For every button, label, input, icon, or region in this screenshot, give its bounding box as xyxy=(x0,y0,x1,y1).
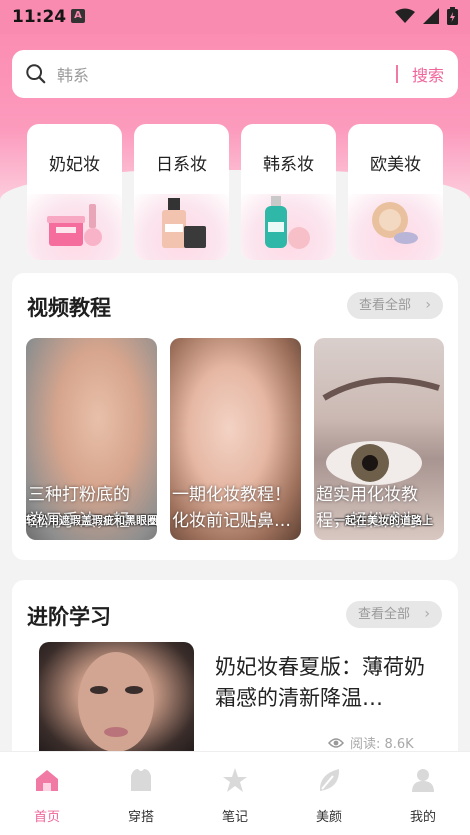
category-label: 韩系妆 xyxy=(263,155,314,175)
system-icons xyxy=(395,7,458,25)
leaf-icon xyxy=(319,769,340,791)
lesson-thumbnail[interactable] xyxy=(39,642,194,757)
video-caption-line2: 化妆前记贴鼻… xyxy=(172,511,291,531)
chevron-right-icon: › xyxy=(425,297,431,313)
foundation-bottle-icon xyxy=(134,194,229,260)
category-card-korean[interactable]: 韩系妆 xyxy=(241,124,336,260)
status-bar: 11:24 A xyxy=(0,0,470,34)
status-time: 11:24 xyxy=(12,7,67,27)
search-button[interactable]: 搜索 xyxy=(412,62,444,86)
advanced-view-all-button[interactable]: 查看全部 › xyxy=(346,601,442,628)
category-card-japanese[interactable]: 日系妆 xyxy=(134,124,229,260)
user-icon xyxy=(412,769,434,792)
chevron-right-icon: › xyxy=(424,606,430,622)
video-view-all-button[interactable]: 查看全部 › xyxy=(347,292,443,319)
eye-icon xyxy=(328,737,344,748)
search-input[interactable]: 韩系 xyxy=(57,62,396,86)
view-all-label: 查看全部 xyxy=(358,607,411,622)
tab-beauty[interactable]: 美颜 xyxy=(282,752,376,835)
view-all-label: 查看全部 xyxy=(359,298,412,313)
portrait-illustration xyxy=(78,652,154,752)
star-note-icon xyxy=(223,768,247,792)
lesson-title[interactable]: 奶妃妆春夏版：薄荷奶霜感的清新降温… xyxy=(215,652,435,714)
category-card-western[interactable]: 欧美妆 xyxy=(348,124,443,260)
search-divider xyxy=(395,65,398,83)
video-section-title: 视频教程 xyxy=(27,296,111,320)
category-label: 日系妆 xyxy=(156,155,207,175)
tab-label: 笔记 xyxy=(221,810,248,825)
advanced-section-title: 进阶学习 xyxy=(27,605,111,629)
search-bar[interactable]: 韩系 搜索 xyxy=(12,50,458,98)
tab-label: 首页 xyxy=(33,810,60,825)
tab-label: 美颜 xyxy=(315,810,342,825)
wifi-icon xyxy=(395,8,415,23)
tab-label: 穿搭 xyxy=(127,810,154,825)
home-icon xyxy=(36,770,58,791)
search-icon xyxy=(26,64,46,84)
read-count-text: 阅读: 8.6K xyxy=(350,737,414,752)
category-row: 奶妃妆 日系妆 韩系妆 欧美妆 xyxy=(27,124,447,260)
tshirt-icon xyxy=(131,769,151,791)
notification-a-icon: A xyxy=(71,9,85,23)
video-thumbnail[interactable]: 一期化妆教程！ 化妆前记贴鼻… xyxy=(170,338,301,540)
video-overlay-text: 一起在美妆的道路上 xyxy=(334,514,433,527)
video-caption-line1: 一期化妆教程！ xyxy=(172,485,291,505)
video-caption-line1: 超实用化妆教 xyxy=(316,485,418,505)
category-label: 奶妃妆 xyxy=(49,155,100,175)
bottom-tab-bar: 首页 穿搭 笔记 美颜 我的 xyxy=(0,751,470,835)
read-count: 阅读: 8.6K xyxy=(328,733,414,752)
signal-icon xyxy=(423,8,439,24)
tab-label: 我的 xyxy=(409,810,436,825)
tab-home[interactable]: 首页 xyxy=(0,752,94,835)
video-overlay-text: 轻松用遮瑕盖瑕疵和黑眼圈 xyxy=(26,514,157,527)
tab-profile[interactable]: 我的 xyxy=(376,752,470,835)
cosmetics-jar-icon xyxy=(27,194,122,260)
video-caption-line1: 三种打粉底的 xyxy=(28,485,130,505)
tab-outfit[interactable]: 穿搭 xyxy=(94,752,188,835)
powder-compact-icon xyxy=(348,194,443,260)
lotion-bottle-icon xyxy=(241,194,336,260)
tab-notes[interactable]: 笔记 xyxy=(188,752,282,835)
video-thumbnail[interactable]: 超实用化妆教 程，轻松成为 一起在美妆的道路上 xyxy=(314,338,444,540)
video-thumbnail[interactable]: 三种打粉底的 常用手法，轻 轻松用遮瑕盖瑕疵和黑眼圈 xyxy=(26,338,157,540)
battery-icon xyxy=(447,7,458,25)
category-label: 欧美妆 xyxy=(370,155,421,175)
category-card-naifei[interactable]: 奶妃妆 xyxy=(27,124,122,260)
